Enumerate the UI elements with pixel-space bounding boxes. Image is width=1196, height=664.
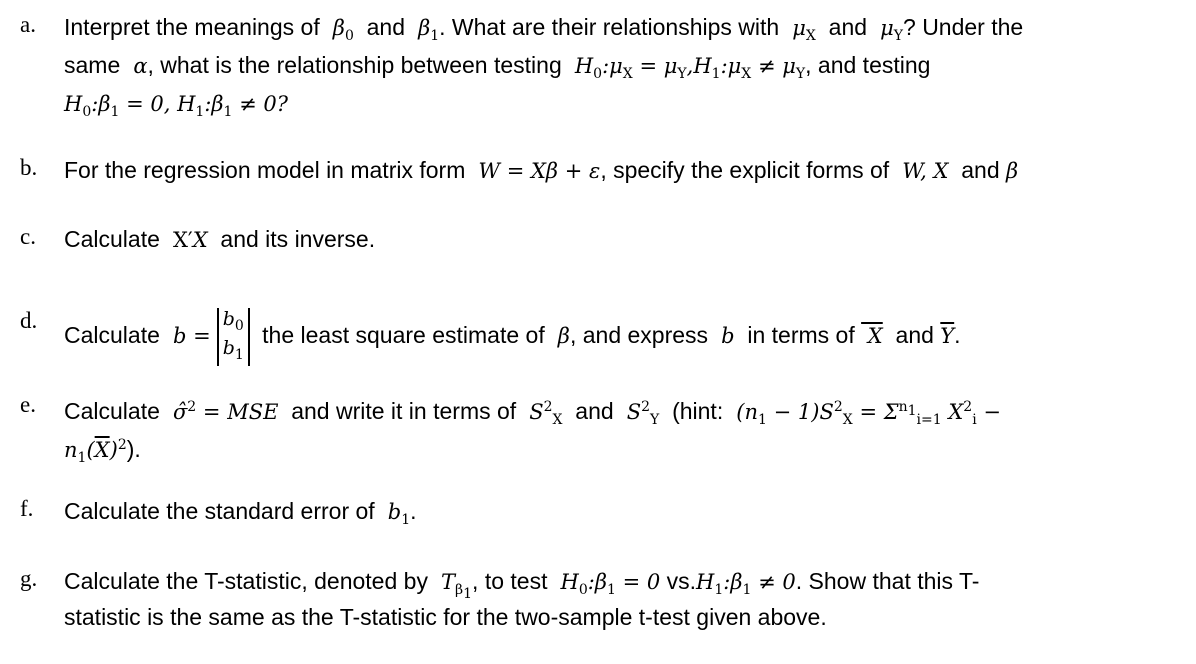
question-label: b. <box>20 155 38 180</box>
question-a-line-1: Interpret the meanings of β0 and β1. Wha… <box>64 14 1024 45</box>
question-a-line-2: same α, what is the relationship between… <box>64 52 931 83</box>
b-vector: b0 b1 <box>216 308 250 366</box>
question-a-line-3: H0:β1 = 0, H1:β1 ≠ 0? <box>64 92 289 121</box>
question-f-line-1: Calculate the standard error of b1. <box>64 498 417 529</box>
question-label: c. <box>20 224 36 249</box>
question-label: d. <box>20 308 38 333</box>
question-b-line-1: For the regression model in matrix form … <box>64 157 1019 183</box>
question-label: g. <box>20 566 38 591</box>
question-g-line-2: statistic is the same as the T-statistic… <box>64 604 827 630</box>
question-e-line-2: n1(X)2). <box>64 436 141 467</box>
question-label: f. <box>20 496 34 521</box>
question-e-line-1: Calculate σ̂2 = MSE and write it in term… <box>64 398 1001 429</box>
question-d-line-1: Calculate b =b0 b1 the least square estim… <box>64 308 961 366</box>
question-label: e. <box>20 392 36 417</box>
question-label: a. <box>20 12 36 37</box>
question-c-line-1: Calculate X′X and its inverse. <box>64 226 376 252</box>
